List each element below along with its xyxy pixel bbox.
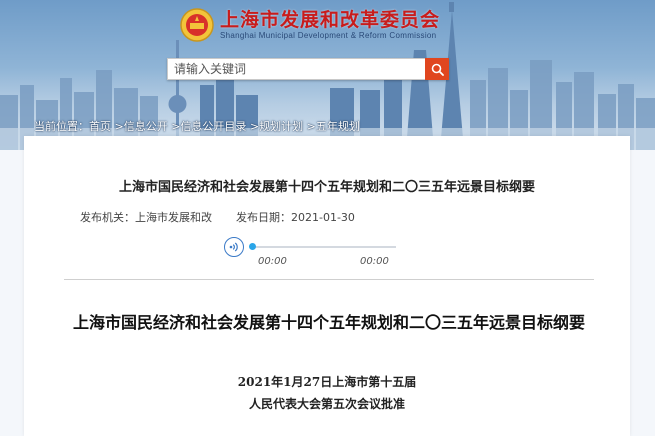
breadcrumb-five-year-plan[interactable]: 五年规划	[316, 120, 360, 133]
org-name: 上海市发展和改革委员会	[220, 9, 441, 31]
document-meta: 发布机关：上海市发展和改 发布日期：2021-01-30	[80, 209, 355, 225]
divider	[64, 279, 594, 280]
content-card: 上海市国民经济和社会发展第十四个五年规划和二〇三五年远景目标纲要 发布机关：上海…	[24, 136, 630, 436]
search-button[interactable]	[425, 58, 449, 80]
date-value: 2021-01-30	[291, 211, 355, 224]
publisher-label: 发布机关：	[80, 211, 135, 224]
breadcrumb-current-label: 当前位置	[34, 120, 78, 133]
breadcrumb-info-catalog[interactable]: 信息公开目录	[180, 120, 246, 133]
emblem-icon	[180, 8, 214, 42]
audio-progress-knob[interactable]	[249, 243, 256, 250]
sound-icon	[229, 242, 238, 252]
header-banner: 上海市发展和改革委员会 Shanghai Municipal Developme…	[0, 0, 655, 150]
org-name-english: Shanghai Municipal Development & Reform …	[220, 31, 437, 40]
audio-player: 00:00 00:00	[218, 229, 404, 271]
article-subtitle-line2: 人民代表大会第五次会议批准	[248, 397, 405, 411]
audio-progress-track[interactable]	[252, 246, 396, 248]
document-title: 上海市国民经济和社会发展第十四个五年规划和二〇三五年远景目标纲要	[118, 180, 535, 195]
date-label: 发布日期：	[236, 211, 291, 224]
article-subtitle-line1: 2021年1月27日上海市第十五届	[237, 375, 417, 389]
search-bar	[167, 58, 449, 80]
audio-play-button[interactable]	[224, 237, 244, 257]
audio-total-time: 00:00	[360, 256, 389, 267]
article-title: 上海市国民经济和社会发展第十四个五年规划和二〇三五年远景目标纲要	[72, 313, 585, 332]
search-input[interactable]	[167, 58, 425, 80]
breadcrumb-planning[interactable]: 规划计划	[259, 120, 303, 133]
site-logo[interactable]: 上海市发展和改革委员会 Shanghai Municipal Developme…	[180, 8, 440, 42]
search-icon	[431, 63, 444, 76]
audio-current-time: 00:00	[258, 256, 287, 267]
breadcrumb-home[interactable]: 首页	[89, 120, 111, 133]
breadcrumb: 当前位置：首页 >信息公开 >信息公开目录 >规划计划 >五年规划	[34, 120, 360, 133]
breadcrumb-info-disclosure[interactable]: 信息公开	[124, 120, 168, 133]
publisher-value: 上海市发展和改	[135, 211, 212, 224]
